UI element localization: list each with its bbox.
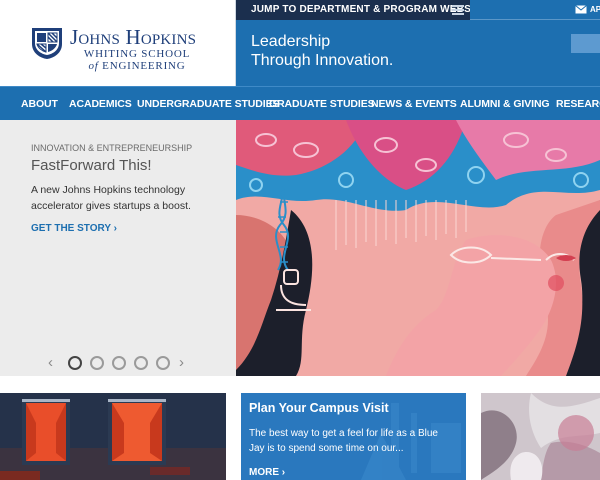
nav-item-academics[interactable]: ACADEMICS xyxy=(69,98,132,110)
campus-visit-more-link[interactable]: MORE › xyxy=(249,467,285,478)
hero-text-panel: INNOVATION & ENTREPRENEURSHIP FastForwar… xyxy=(0,120,236,376)
jhu-shield-icon xyxy=(32,28,62,59)
hero-category: INNOVATION & ENTREPRENEURSHIP xyxy=(31,143,193,153)
tagline-line-2: Through Innovation. xyxy=(251,52,394,69)
nav-item-graduate-studies[interactable]: GRADUATE STUDIES xyxy=(269,98,375,110)
hero-illustration[interactable] xyxy=(236,120,600,376)
main-nav: ABOUT ACADEMICS UNDERGRADUATE STUDIES GR… xyxy=(0,86,600,120)
logo-of: of xyxy=(88,60,99,72)
hero-description-line-2: accelerator gives startups a boost. xyxy=(31,200,191,212)
hero-description-line-1: A new Johns Hopkins technology xyxy=(31,184,186,196)
logo-subtitle-2: of ENGINEERING xyxy=(70,60,204,72)
utility-link[interactable]: AP xyxy=(590,5,600,14)
mail-icon[interactable] xyxy=(575,5,587,14)
research-photo-card[interactable] xyxy=(481,393,600,480)
tagline-line-1: Leadership xyxy=(251,33,331,50)
campus-visit-desc-line-2: Jay is to spend some time on our... xyxy=(249,443,404,454)
logo-link[interactable]: Johns Hopkins WHITING SCHOOL of ENGINEER… xyxy=(0,0,236,86)
campus-visit-card[interactable]: Plan Your Campus Visit The best way to g… xyxy=(241,393,466,480)
campus-visit-title[interactable]: Plan Your Campus Visit xyxy=(249,401,389,415)
get-the-story-link[interactable]: GET THE STORY › xyxy=(31,223,117,234)
carousel-dot-1[interactable] xyxy=(68,356,82,370)
carousel-dot-2[interactable] xyxy=(90,356,104,370)
campus-visit-desc-line-1: The best way to get a feel for life as a… xyxy=(249,428,438,439)
nav-item-research[interactable]: RESEARCH xyxy=(556,98,600,110)
carousel-dot-5[interactable] xyxy=(156,356,170,370)
nav-item-about[interactable]: ABOUT xyxy=(21,98,58,110)
site-header: Johns Hopkins WHITING SCHOOL of ENGINEER… xyxy=(0,0,600,86)
logo-wordmark: Johns Hopkins xyxy=(70,25,197,49)
nav-item-news-events[interactable]: NEWS & EVENTS xyxy=(371,98,457,110)
nav-item-alumni-giving[interactable]: ALUMNI & GIVING xyxy=(460,98,550,110)
hamburger-menu-icon[interactable] xyxy=(452,5,464,15)
chevron-left-icon[interactable]: ‹ xyxy=(48,354,53,371)
logo-engineering: ENGINEERING xyxy=(98,60,186,72)
search-input[interactable] xyxy=(571,34,600,53)
research-photo xyxy=(481,393,600,480)
hero-title[interactable]: FastForward This! xyxy=(31,157,152,174)
campus-photo xyxy=(0,393,226,480)
logo-subtitle: WHITING SCHOOL xyxy=(83,48,191,60)
nav-item-undergraduate-studies[interactable]: UNDERGRADUATE STUDIES xyxy=(137,98,279,110)
carousel-dot-3[interactable] xyxy=(112,356,126,370)
campus-photo-card[interactable] xyxy=(0,393,226,480)
carousel-dot-4[interactable] xyxy=(134,356,148,370)
chevron-right-icon[interactable]: › xyxy=(179,354,184,371)
jump-to-departments-bar[interactable]: JUMP TO DEPARTMENT & PROGRAM WEBSITES xyxy=(236,0,494,20)
hero-illustration-graphic xyxy=(236,120,600,376)
